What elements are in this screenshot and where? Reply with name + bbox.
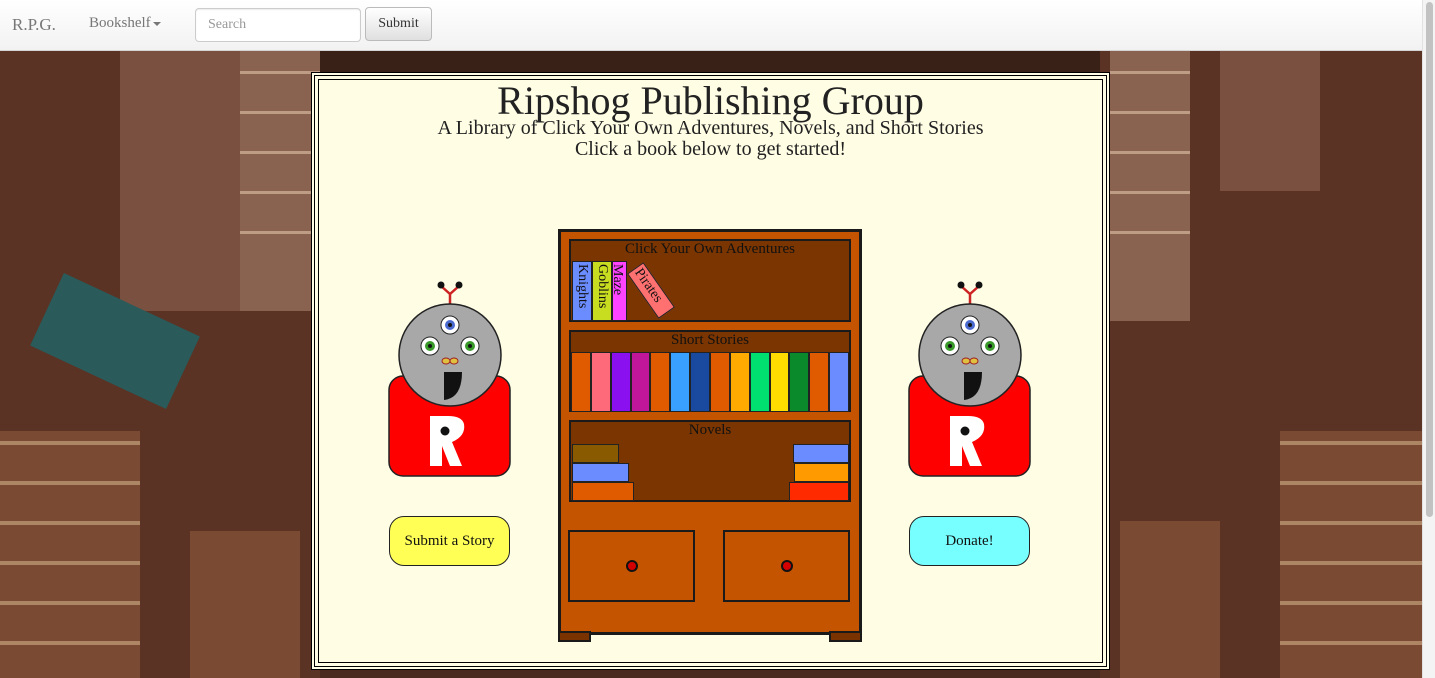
adventures-shelf: Click Your Own Adventures Knights Goblin… — [569, 239, 851, 322]
novels-shelf: Novels — [569, 420, 851, 502]
search-submit-button[interactable]: Submit — [365, 7, 432, 41]
novel-book[interactable] — [572, 463, 629, 482]
novel-book[interactable] — [794, 463, 849, 482]
caret-down-icon — [152, 21, 161, 26]
bookcase-foot-left — [558, 631, 591, 642]
short-story-book[interactable] — [650, 352, 671, 412]
page-subtitle: A Library of Click Your Own Adventures, … — [315, 118, 1106, 160]
short-story-book[interactable] — [710, 352, 730, 412]
page-scrollbar[interactable] — [1422, 0, 1435, 678]
short-story-book[interactable] — [769, 352, 790, 412]
novels-shelf-label: Novels — [688, 422, 732, 438]
short-story-book[interactable] — [809, 352, 830, 412]
short-story-book[interactable] — [749, 352, 770, 412]
book-pirates[interactable]: Pirates — [627, 262, 675, 319]
novel-book[interactable] — [572, 444, 619, 463]
short-story-book[interactable] — [590, 352, 611, 412]
short-story-book[interactable] — [829, 352, 849, 412]
bookshelf-dropdown-label: Bookshelf — [89, 15, 151, 31]
short-story-book[interactable] — [729, 352, 750, 412]
short-stories-shelf-label: Short Stories — [671, 332, 749, 348]
submit-story-button[interactable]: Submit a Story — [389, 516, 510, 566]
novel-book[interactable] — [572, 482, 634, 501]
bookshelf-dropdown[interactable]: Bookshelf — [89, 15, 161, 32]
donate-button[interactable]: Donate! — [909, 516, 1030, 566]
short-story-book[interactable] — [610, 352, 631, 412]
search-input[interactable] — [195, 8, 361, 42]
book-knights[interactable]: Knights — [572, 261, 592, 321]
brand-link[interactable]: R.P.G. — [12, 15, 56, 35]
novel-book[interactable] — [789, 482, 849, 501]
short-stories-shelf: Short Stories — [569, 330, 851, 412]
subtitle-text: A Library of Click Your Own Adventures, … — [437, 117, 984, 139]
navbar: R.P.G. Bookshelf Submit — [0, 0, 1422, 51]
robot-mascot-left-icon — [388, 281, 511, 477]
short-story-book[interactable] — [670, 352, 691, 412]
short-story-book[interactable] — [571, 352, 591, 412]
short-story-book[interactable] — [630, 352, 651, 412]
bookcase-drawer-right[interactable] — [723, 530, 850, 602]
drawer-knob-icon — [781, 560, 793, 572]
scrollbar-thumb[interactable] — [1426, 2, 1433, 517]
adventures-shelf-label: Click Your Own Adventures — [624, 241, 795, 257]
bookcase-drawer-left[interactable] — [568, 530, 695, 602]
short-story-book[interactable] — [789, 352, 810, 412]
book-maze[interactable]: Maze — [610, 261, 627, 321]
novel-book[interactable] — [793, 444, 849, 463]
short-story-book[interactable] — [690, 352, 710, 412]
bookcase-foot-right — [829, 631, 862, 642]
instruction-text: Click a book below to get started! — [574, 138, 847, 160]
drawer-knob-icon — [626, 560, 638, 572]
robot-mascot-right-icon — [908, 281, 1031, 477]
